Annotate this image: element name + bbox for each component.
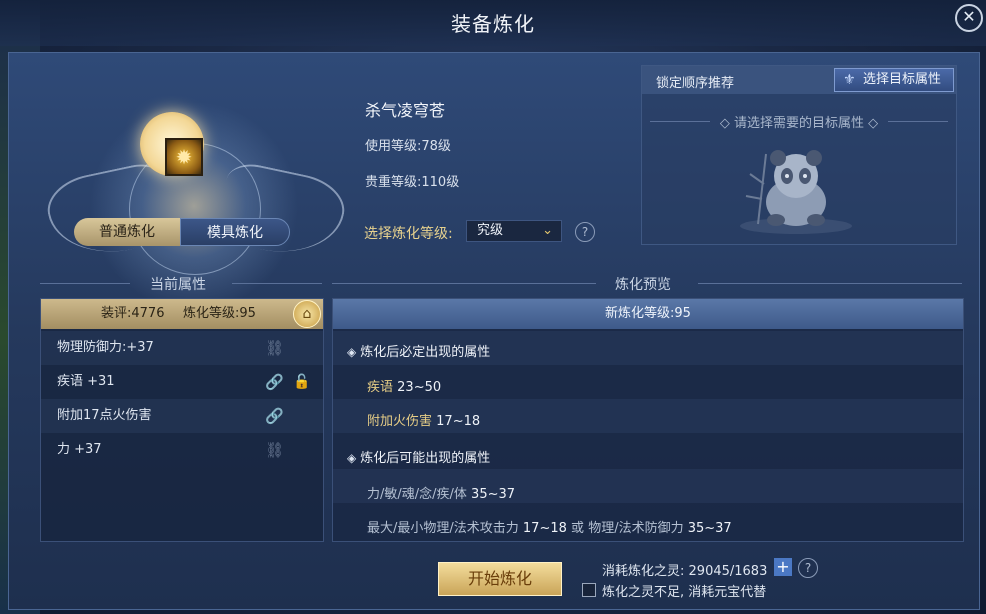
cost-help-icon[interactable]: ? <box>798 558 818 578</box>
attribute-row: 疾语 +31 🔗 🔓 <box>41 365 323 399</box>
window-title: 装备炼化 <box>451 12 535 36</box>
emblem-icon[interactable]: ✹ <box>165 138 203 176</box>
cost-value: 29045/1683 <box>688 564 768 579</box>
attribute-text: 力 +37 <box>57 442 102 457</box>
cost-line: 消耗炼化之灵: 29045/1683 <box>602 560 767 579</box>
attribute-text: 疾语 +31 <box>57 374 115 389</box>
add-icon[interactable]: + <box>774 558 792 576</box>
preview-attr-range: 35~37 <box>471 487 516 502</box>
lock-panel: 锁定顺序推荐 ⚜ 选择目标属性 ◇ 请选择需要的目标属性 ◇ <box>641 65 957 245</box>
use-ingot-checkbox[interactable] <box>582 583 596 597</box>
preview-attr-name: 最大/最小物理/法术攻击力 <box>367 521 519 536</box>
current-refine-level: 炼化等级:95 <box>183 306 256 321</box>
divider <box>232 283 322 284</box>
panda-icon <box>740 150 852 234</box>
use-ingot-label: 炼化之灵不足, 消耗元宝代替 <box>602 585 767 600</box>
target-hint-text: 请选择需要的目标属性 <box>733 116 864 131</box>
must-appear-heading: ◈ 炼化后必定出现的属性 <box>347 341 490 360</box>
use-level: 使用等级:78级 <box>365 135 451 154</box>
refine-level-select[interactable]: 究级 ⌄ <box>466 220 562 242</box>
use-level-value: 78级 <box>421 139 451 154</box>
preview-row: 疾语 23~50 <box>367 376 441 395</box>
may-appear-title: 炼化后可能出现的属性 <box>360 451 491 466</box>
preview-attr-range: 35~37 <box>687 521 732 536</box>
target-icon: ⚜ <box>843 72 856 88</box>
current-attributes-panel: 装评:4776 炼化等级:95 ⌂ 物理防御力:+37 ⛓ 疾语 +31 🔗 🔓… <box>40 298 324 542</box>
equipment-score: 装评:4776 <box>101 306 165 321</box>
attribute-row: 力 +37 ⛓ <box>41 433 323 467</box>
tab-mold-refine[interactable]: 模具炼化 <box>180 218 290 246</box>
unlock-icon[interactable]: 🔓 <box>293 365 310 399</box>
diamond-icon: ◈ <box>347 451 357 465</box>
link-icon[interactable]: 🔗 <box>265 365 284 399</box>
diamond-icon: ◈ <box>347 345 357 359</box>
may-appear-heading: ◈ 炼化后可能出现的属性 <box>347 447 490 466</box>
item-name: 杀气凌穹苍 <box>365 101 446 120</box>
preview-attr-name: 疾语 <box>367 380 394 395</box>
attribute-text: 物理防御力:+37 <box>57 340 154 355</box>
preview-or: 或 <box>571 521 585 536</box>
current-attributes-title: 当前属性 <box>150 277 206 293</box>
select-target-label: 选择目标属性 <box>863 72 942 87</box>
link-icon[interactable]: 🔗 <box>265 399 284 433</box>
refine-preview-title: 炼化预览 <box>615 277 671 293</box>
attribute-text: 附加17点火伤害 <box>57 408 152 423</box>
refine-level-value: 究级 <box>477 223 504 238</box>
preview-attr-name: 附加火伤害 <box>367 414 433 429</box>
lock-order-label: 锁定顺序推荐 <box>656 76 735 91</box>
chevron-down-icon: ⌄ <box>542 223 553 238</box>
upgrade-icon[interactable]: ⌂ <box>293 300 321 328</box>
preview-attr-name: 物理/法术防御力 <box>588 521 684 536</box>
divider <box>698 283 962 284</box>
preview-attr-range: 17~18 <box>436 414 481 429</box>
refine-help-icon[interactable]: ? <box>575 222 595 242</box>
broken-link-icon[interactable]: ⛓ <box>265 433 284 467</box>
divider <box>40 283 130 284</box>
attribute-row: 附加17点火伤害 🔗 <box>41 399 323 433</box>
lock-row: 锁定顺序推荐 ⚜ 选择目标属性 <box>642 66 956 94</box>
value-level-label: 贵重等级: <box>365 175 422 190</box>
current-attributes-header: 装评:4776 炼化等级:95 ⌂ <box>41 299 323 329</box>
new-refine-level: 新炼化等级:95 <box>333 299 963 329</box>
divider <box>332 283 596 284</box>
cost-label: 消耗炼化之灵: <box>602 564 685 579</box>
use-level-label: 使用等级: <box>365 139 422 154</box>
must-appear-title: 炼化后必定出现的属性 <box>360 345 491 360</box>
preview-attr-range: 23~50 <box>397 380 442 395</box>
preview-attr-name: 力/敏/魂/念/疾/体 <box>367 487 467 502</box>
hint-divider-right <box>888 121 948 122</box>
value-level-value: 110级 <box>421 175 460 190</box>
preview-attr-range: 17~18 <box>522 521 567 536</box>
preview-row: 力/敏/魂/念/疾/体 35~37 <box>367 483 515 502</box>
tab-normal-refine[interactable]: 普通炼化 <box>74 218 180 246</box>
value-level: 贵重等级:110级 <box>365 171 459 190</box>
attribute-row: 物理防御力:+37 ⛓ <box>41 331 323 365</box>
close-icon[interactable]: ✕ <box>955 4 983 32</box>
refine-preview-panel: 新炼化等级:95 ◈ 炼化后必定出现的属性 疾语 23~50 附加火伤害 17~1… <box>332 298 964 542</box>
select-target-button[interactable]: ⚜ 选择目标属性 <box>834 68 954 92</box>
preview-row: 附加火伤害 17~18 <box>367 410 480 429</box>
broken-link-icon[interactable]: ⛓ <box>265 331 284 365</box>
preview-row: 最大/最小物理/法术攻击力 17~18 或 物理/法术防御力 35~37 <box>367 517 732 536</box>
refine-level-label: 选择炼化等级: <box>364 226 453 242</box>
start-refine-button[interactable]: 开始炼化 <box>438 562 562 596</box>
